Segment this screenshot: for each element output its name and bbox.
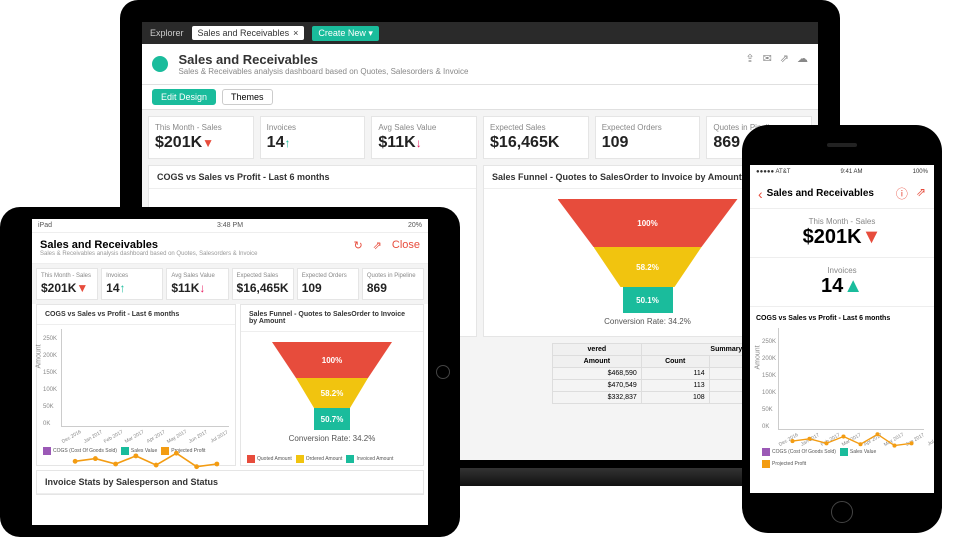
- chart-legend: COGS (Cost Of Goods Sold) Sales Value Pr…: [37, 445, 235, 457]
- themes-tab[interactable]: Themes: [222, 89, 273, 105]
- kpi-invoices[interactable]: Invoices14↑: [260, 116, 366, 159]
- mail-icon[interactable]: ✉: [763, 52, 772, 65]
- dashboard-header: Sales and Receivables Sales & Receivable…: [142, 44, 818, 85]
- funnel-legend: Quoted Amount Ordered Amount Invoiced Am…: [241, 453, 423, 465]
- share-icon[interactable]: ⇗: [373, 239, 382, 252]
- kpi-sales[interactable]: This Month - Sales$201K▼: [36, 268, 98, 300]
- info-icon[interactable]: ⓘ: [896, 185, 908, 202]
- kpi-expected-orders[interactable]: Expected Orders109: [297, 268, 359, 300]
- tab-sales-receivables[interactable]: Sales and Receivables ×: [192, 26, 305, 40]
- back-icon[interactable]: ‹: [758, 186, 763, 202]
- page-title: Sales and Receivables: [178, 52, 468, 67]
- tablet-device: iPad 3:48 PM 20% Sales and Receivables S…: [0, 207, 460, 537]
- cloud-icon[interactable]: ☁: [797, 52, 808, 65]
- kpi-invoices[interactable]: Invoices 14▲: [750, 258, 934, 307]
- app-topbar: Explorer Sales and Receivables × Create …: [142, 22, 818, 44]
- explorer-link[interactable]: Explorer: [150, 28, 184, 38]
- down-arrow-icon: ▼: [862, 226, 882, 248]
- panel-title: COGS vs Sales vs Profit - Last 6 months: [149, 166, 476, 189]
- down-arrow-icon: ↓: [416, 136, 422, 150]
- conversion-rate: Conversion Rate: 34.2%: [604, 317, 691, 326]
- funnel-quoted: 100%: [558, 199, 738, 247]
- kpi-sales[interactable]: This Month - Sales$201K▼: [148, 116, 254, 159]
- kpi-row: This Month - Sales$201K▼ Invoices14↑ Avg…: [142, 110, 818, 165]
- status-bar: iPad 3:48 PM 20%: [32, 219, 428, 233]
- panel-cogs: COGS vs Sales vs Profit - Last 6 months …: [750, 307, 934, 474]
- down-arrow-icon: ▼: [202, 136, 214, 150]
- funnel-ordered: 58.2%: [594, 247, 702, 287]
- edit-design-tab[interactable]: Edit Design: [152, 89, 216, 105]
- panel-funnel: Sales Funnel - Quotes to SalesOrder to I…: [240, 304, 424, 466]
- nav-header: ‹ Sales and Receivables ⓘ ⇗: [750, 179, 934, 209]
- phone-device: ●●●●● AT&T 9:41 AM 100% ‹ Sales and Rece…: [742, 125, 942, 533]
- kpi-quotes[interactable]: Quotes in Pipeline869: [362, 268, 424, 300]
- status-bar: ●●●●● AT&T 9:41 AM 100%: [750, 165, 934, 179]
- close-icon[interactable]: ×: [293, 28, 298, 38]
- kpi-avg-sales[interactable]: Avg Sales Value$11K↓: [166, 268, 228, 300]
- kpi-expected-sales[interactable]: Expected Sales$16,465K: [483, 116, 589, 159]
- upload-icon[interactable]: ⇪: [745, 52, 754, 65]
- kpi-avg-sales[interactable]: Avg Sales Value$11K↓: [371, 116, 477, 159]
- phone-screen: ●●●●● AT&T 9:41 AM 100% ‹ Sales and Rece…: [750, 165, 934, 493]
- page-subtitle: Sales & Receivables analysis dashboard b…: [40, 251, 257, 257]
- view-tabs: Edit Design Themes: [142, 85, 818, 110]
- kpi-invoices[interactable]: Invoices14↑: [101, 268, 163, 300]
- kpi-sales[interactable]: This Month - Sales $201K▼: [750, 209, 934, 258]
- home-button[interactable]: [436, 365, 450, 379]
- page-subtitle: Sales & Receivables analysis dashboard b…: [178, 67, 468, 76]
- bar-chart[interactable]: Amount 0K 50K 100K 150K 200K 250K Dec 20…: [756, 326, 928, 446]
- tablet-screen: iPad 3:48 PM 20% Sales and Receivables S…: [32, 219, 428, 525]
- refresh-icon[interactable]: ↻: [353, 239, 362, 252]
- panel-invoice-stats: Invoice Stats by Salesperson and Status: [36, 470, 424, 495]
- up-arrow-icon: ↑: [284, 136, 290, 150]
- phone-speaker: [827, 143, 857, 147]
- kpi-expected-sales[interactable]: Expected Sales$16,465K: [232, 268, 294, 300]
- page-title: Sales and Receivables: [40, 239, 257, 251]
- bar-chart[interactable]: Amount 0K 50K 100K 150K 200K 250K Dec 20…: [37, 325, 235, 445]
- close-button[interactable]: Close: [392, 239, 420, 252]
- share-icon[interactable]: ⇗: [780, 52, 789, 65]
- page-title: Sales and Receivables: [767, 188, 896, 199]
- create-new-button[interactable]: Create New ▾: [312, 26, 379, 41]
- kpi-row: This Month - Sales$201K▼ Invoices14↑ Avg…: [32, 264, 428, 304]
- home-button[interactable]: [831, 501, 853, 523]
- chart-legend: COGS (Cost Of Goods Sold) Sales Value Pr…: [756, 446, 928, 470]
- share-icon[interactable]: ⇗: [916, 185, 926, 202]
- dashboard-header: Sales and Receivables Sales & Receivable…: [32, 233, 428, 264]
- funnel-chart[interactable]: 100% 58.2% 50.7% Conversion Rate: 34.2%: [241, 332, 423, 453]
- kpi-expected-orders[interactable]: Expected Orders109: [595, 116, 701, 159]
- dashboard-logo-icon: [152, 56, 168, 72]
- funnel-invoiced: 50.1%: [623, 287, 673, 313]
- panel-cogs: COGS vs Sales vs Profit - Last 6 months …: [36, 304, 236, 466]
- up-arrow-icon: ▲: [843, 275, 863, 297]
